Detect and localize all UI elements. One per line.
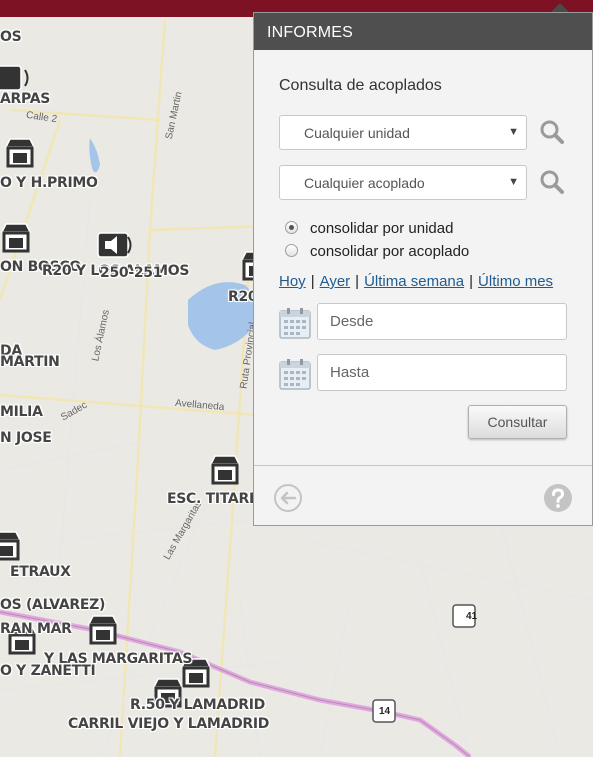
link-ayer[interactable]: Ayer <box>320 273 351 290</box>
radio-button[interactable] <box>285 244 298 257</box>
unit-select-value: Cualquier unidad <box>304 125 410 141</box>
speaker-marker-icon[interactable] <box>95 225 135 265</box>
unit-select[interactable]: Cualquier unidad ▼ <box>279 115 527 150</box>
poi-label: O Y ZANETTI <box>0 663 96 679</box>
search-trailer-button[interactable] <box>539 169 565 195</box>
store-marker-icon[interactable] <box>0 135 40 175</box>
chevron-down-icon: ▼ <box>508 176 519 188</box>
poi-label: R.50 Y LAMADRID <box>130 697 265 713</box>
radio-button[interactable] <box>285 221 298 234</box>
radio-checked-dot <box>289 225 294 230</box>
route-shield-41-label: 41 <box>466 611 478 622</box>
link-ultimo-mes[interactable]: Último mes <box>478 273 553 290</box>
store-marker-icon[interactable] <box>83 612 123 652</box>
route-shield-14-label: 14 <box>379 706 391 717</box>
panel-title: INFORMES <box>267 24 354 41</box>
quick-range-links: Hoy | Ayer | Última semana | Último mes <box>279 273 554 290</box>
trailer-select-value: Cualquier acoplado <box>304 175 425 191</box>
poi-label: OS (ALVAREZ) <box>0 597 106 613</box>
poi-label: 250-251 <box>100 265 163 281</box>
chevron-down-icon: ▼ <box>508 126 519 138</box>
store-marker-icon[interactable] <box>0 528 26 568</box>
radio-label: consolidar por unidad <box>310 220 454 237</box>
panel-subtitle: Consulta de acoplados <box>279 77 442 94</box>
panel-pointer <box>551 3 569 12</box>
link-ultima-semana[interactable]: Última semana <box>364 273 464 290</box>
calendar-icon[interactable] <box>279 307 311 339</box>
store-marker-icon[interactable] <box>0 220 36 260</box>
store-marker-icon[interactable] <box>205 452 245 492</box>
date-from-field[interactable] <box>317 303 567 340</box>
poi-label: OS <box>0 29 22 45</box>
panel-header: INFORMES <box>254 13 592 50</box>
poi-label: MILIA <box>0 404 43 420</box>
back-arrow-icon[interactable] <box>273 483 303 513</box>
consultar-button[interactable]: Consultar <box>468 405 567 439</box>
poi-label: ARPAS <box>0 91 51 107</box>
poi-label: O Y H.PRIMO <box>0 175 98 191</box>
poi-label: ETRAUX <box>10 564 71 580</box>
calendar-icon[interactable] <box>279 358 311 390</box>
poi-label: CARRIL VIEJO Y LAMADRID <box>68 716 270 732</box>
search-unit-button[interactable] <box>539 119 565 145</box>
poi-label: MARTIN <box>0 354 60 370</box>
link-hoy[interactable]: Hoy <box>279 273 306 290</box>
help-icon[interactable] <box>543 483 573 513</box>
trailer-select[interactable]: Cualquier acoplado ▼ <box>279 165 527 200</box>
panel-divider <box>254 465 592 466</box>
date-to-field[interactable] <box>317 354 567 391</box>
radio-label: consolidar por acoplado <box>310 243 470 260</box>
poi-label: RAN MAR <box>0 621 72 637</box>
poi-label: ESC. TITARE <box>167 491 259 507</box>
poi-label: N JOSE <box>0 430 52 446</box>
informes-panel: INFORMES Consulta de acoplados Cualquier… <box>253 12 593 526</box>
